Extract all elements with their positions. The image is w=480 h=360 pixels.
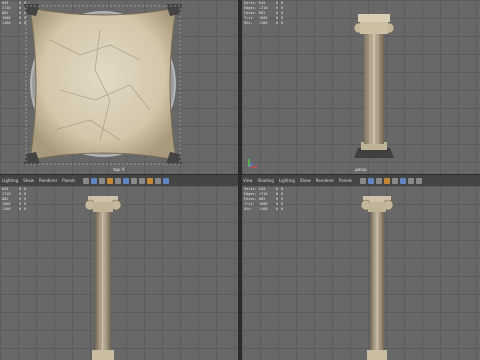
- viewport-select-icon[interactable]: [83, 177, 90, 184]
- isolate-icon[interactable]: [415, 177, 422, 184]
- viewport-label-persp: persp: [355, 167, 367, 172]
- menu-show[interactable]: Show: [23, 178, 34, 183]
- menu-view[interactable]: View: [243, 178, 253, 183]
- menu-lighting[interactable]: Lighting: [279, 178, 295, 183]
- axis-gizmo-icon: [248, 159, 257, 168]
- smooth-shade-icon[interactable]: [375, 177, 382, 184]
- camera-icon[interactable]: [399, 177, 406, 184]
- resolution-icon[interactable]: [155, 177, 162, 184]
- xray-icon[interactable]: [147, 177, 154, 184]
- menu-show[interactable]: Show: [300, 178, 311, 183]
- texture-icon[interactable]: [383, 177, 390, 184]
- wireframe-icon[interactable]: [91, 177, 98, 184]
- menu-lighting[interactable]: Lighting: [2, 178, 18, 183]
- menu-renderer[interactable]: Renderer: [39, 178, 57, 183]
- capital-top-view[interactable]: [0, 0, 238, 174]
- film-gate-icon[interactable]: [163, 177, 170, 184]
- isolate-icon[interactable]: [139, 177, 146, 184]
- viewport-top[interactable]: 64500 171000 88200 160000 116000 top -Y: [0, 0, 238, 174]
- column-front-view[interactable]: [0, 186, 238, 360]
- camera-icon[interactable]: [123, 177, 130, 184]
- smooth-shade-icon[interactable]: [99, 177, 106, 184]
- wireframe-icon[interactable]: [367, 177, 374, 184]
- light-icon[interactable]: [391, 177, 398, 184]
- column-persp-view[interactable]: [242, 0, 480, 174]
- light-icon[interactable]: [115, 177, 122, 184]
- viewport-label-top: top -Y: [113, 167, 125, 172]
- grid-icon[interactable]: [131, 177, 138, 184]
- viewport-persp[interactable]: Verts: 645 0 0 Edges: 1710 0 0 Faces: 882 0 0 Tri…: [242, 0, 480, 174]
- column-side-view[interactable]: [242, 186, 480, 360]
- menu-panels[interactable]: Panels: [339, 178, 352, 183]
- menu-renderer[interactable]: Renderer: [316, 178, 334, 183]
- viewport-front[interactable]: 645 0 0 1710 0 0 882 0 0 1600 0 0 1160 0 0: [0, 186, 238, 360]
- viewport-side[interactable]: Verts: 645 0 0 Edges: 1710 0 0 Faces: 882 0 0 Tri…: [242, 186, 480, 360]
- viewport-divider[interactable]: [238, 0, 242, 360]
- texture-icon[interactable]: [107, 177, 114, 184]
- grid-icon[interactable]: [407, 177, 414, 184]
- menu-shading[interactable]: Shading: [258, 178, 274, 183]
- menu-panels[interactable]: Panels: [62, 178, 75, 183]
- viewport-select-icon[interactable]: [359, 177, 366, 184]
